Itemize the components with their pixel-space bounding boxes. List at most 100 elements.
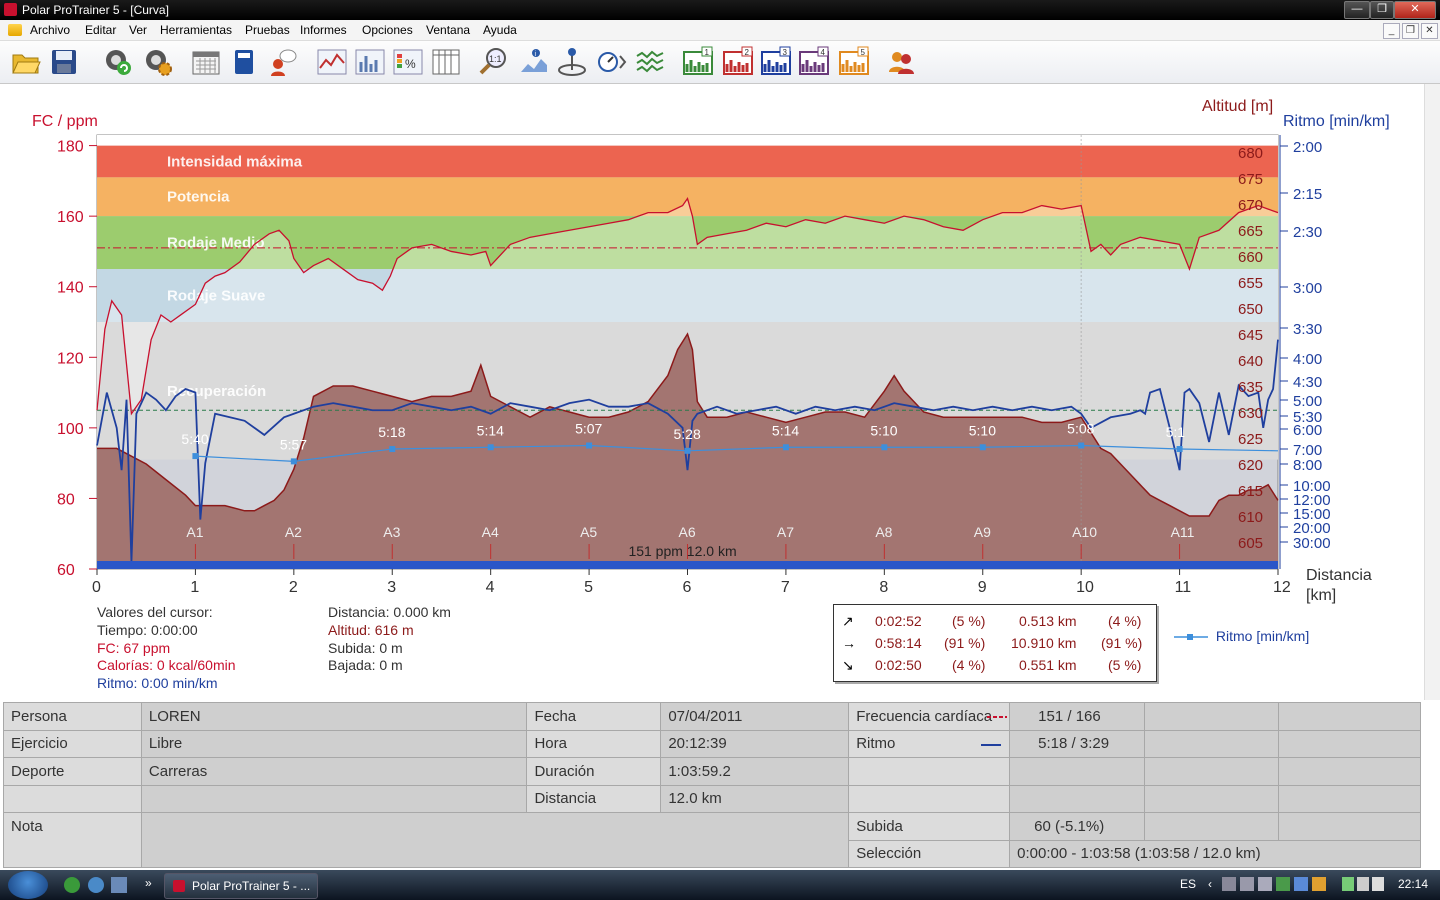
tray-security-icon[interactable] — [1312, 877, 1326, 891]
user-tip-icon[interactable] — [266, 46, 298, 78]
altitude-tick-label: 665 — [1238, 223, 1263, 240]
curve-chart[interactable]: Intensidad máximaPotenciaRodaje MedioRod… — [0, 84, 1424, 700]
menu-ayuda[interactable]: Ayuda — [483, 23, 517, 37]
quicklaunch-desktop-icon[interactable] — [111, 877, 127, 893]
menu-herramientas[interactable]: Herramientas — [160, 23, 232, 37]
tray-printer-icon[interactable] — [1258, 877, 1272, 891]
altitude-tick-label: 610 — [1238, 509, 1263, 526]
menu-ver[interactable]: Ver — [129, 23, 147, 37]
chart-1-icon[interactable]: 1 — [682, 46, 714, 78]
cursor-time: Tiempo: 0:00:00 — [97, 622, 198, 638]
chart-4-icon[interactable]: 4 — [798, 46, 830, 78]
pace-tick-label: 2:00 — [1293, 139, 1322, 156]
quicklaunch-more-icon[interactable]: » — [145, 876, 152, 890]
note-field[interactable] — [140, 812, 850, 868]
calendar-icon[interactable] — [190, 46, 222, 78]
tray-bluetooth-icon[interactable] — [1294, 877, 1308, 891]
users-icon[interactable] — [886, 46, 918, 78]
pace-tick-label: 2:15 — [1293, 186, 1322, 203]
info-marker-icon[interactable] — [556, 46, 588, 78]
title-bar: Polar ProTrainer 5 - [Curva] — ❐ ✕ — [0, 0, 1440, 20]
lap-label: A5 — [580, 524, 597, 540]
x-axis-unit: [km] — [1306, 587, 1336, 604]
x-tick-label: 7 — [781, 579, 790, 596]
x-tick-label: 12 — [1273, 579, 1291, 596]
zone-label: Rodaje Suave — [167, 288, 265, 305]
quicklaunch-browser-icon[interactable] — [88, 877, 104, 893]
lap-label: A9 — [974, 524, 991, 540]
close-button[interactable]: ✕ — [1394, 1, 1436, 19]
lap-label: A7 — [777, 524, 794, 540]
stats-row-up: ↗ 0:02:52 (5 %) 0.513 km (4 %) — [842, 613, 1142, 629]
start-button[interactable] — [8, 871, 48, 899]
lap-pace-label: 5:14 — [477, 422, 504, 438]
uphill-arrow-icon: ↗ — [842, 613, 854, 629]
x-tick-label: 0 — [92, 579, 101, 596]
cursor-calories: Calorías: 0 kcal/60min — [97, 657, 236, 673]
tray-icons — [1222, 877, 1332, 893]
x-tick-label: 6 — [683, 579, 692, 596]
lap-label: A8 — [875, 524, 892, 540]
exercise-info-table: Persona LOREN Fecha 07/04/2011 Frecuencia … — [3, 702, 1421, 868]
vertical-scrollbar[interactable] — [1424, 84, 1440, 700]
chart-3-icon[interactable]: 3 — [760, 46, 792, 78]
lap-pace-marker — [979, 444, 986, 451]
lap-pace-label: 5:18 — [378, 424, 405, 440]
tray-battery-icon[interactable] — [1342, 877, 1354, 891]
chart-5-icon[interactable]: 5 — [838, 46, 870, 78]
pace-tick-label: 2:30 — [1293, 224, 1322, 241]
bar-chart-icon[interactable] — [354, 46, 386, 78]
menu-opciones[interactable]: Opciones — [362, 23, 413, 37]
menu-informes[interactable]: Informes — [300, 23, 347, 37]
lap-pace-label: 5:40 — [181, 431, 208, 447]
open-folder-icon[interactable] — [10, 46, 42, 78]
menu-pruebas[interactable]: Pruebas — [245, 23, 290, 37]
diary-book-icon[interactable] — [228, 46, 260, 78]
compare-icon[interactable] — [634, 46, 666, 78]
mdi-minimize-button[interactable]: _ — [1383, 23, 1400, 39]
menu-editar[interactable]: Editar — [85, 23, 116, 37]
sync-icon[interactable] — [102, 46, 134, 78]
save-icon[interactable] — [48, 46, 80, 78]
taskbar-app-button[interactable]: Polar ProTrainer 5 - ... — [164, 873, 318, 899]
pace-tick-label: 3:30 — [1293, 321, 1322, 338]
restore-button[interactable]: ❐ — [1370, 1, 1394, 19]
zoom-icon[interactable]: 1:1 — [478, 46, 510, 78]
tray-system-icons — [1342, 877, 1390, 893]
clock[interactable]: 22:14 — [1398, 877, 1428, 891]
menu-archivo[interactable]: Archivo — [30, 23, 70, 37]
settings-gear-icon[interactable] — [142, 46, 174, 78]
tray-display-icon[interactable] — [1240, 877, 1254, 891]
lap-pace-marker — [881, 444, 888, 451]
zone-label: Intensidad máxima — [167, 153, 303, 170]
tray-network-icon[interactable] — [1222, 877, 1236, 891]
table-row: Nota Subida 60 (-5.1%) — [3, 812, 1421, 868]
mdi-restore-button[interactable]: ❐ — [1402, 23, 1419, 39]
chart-2-icon[interactable]: 2 — [722, 46, 754, 78]
table-icon[interactable] — [430, 46, 462, 78]
lap-label: A3 — [383, 524, 400, 540]
lap-label: A6 — [679, 524, 696, 540]
altitude-tick-label: 650 — [1238, 301, 1263, 318]
percent-chart-icon[interactable]: % — [392, 46, 424, 78]
info-chart-icon[interactable]: i — [518, 46, 550, 78]
tray-wifi-icon[interactable] — [1357, 877, 1369, 891]
menu-ventana[interactable]: Ventana — [426, 23, 470, 37]
tray-volume-icon[interactable] — [1372, 877, 1384, 891]
tray-user-icon[interactable] — [1276, 877, 1290, 891]
lap-pace-label: 5:08 — [1067, 421, 1094, 437]
tray-expand-icon[interactable]: ‹ — [1208, 877, 1212, 891]
hr-tick-label: 60 — [57, 562, 75, 579]
minimize-button[interactable]: — — [1344, 1, 1370, 19]
speed-icon[interactable] — [596, 46, 628, 78]
curve-icon[interactable] — [316, 46, 348, 78]
zone-label: Potencia — [167, 189, 230, 206]
svg-text:4: 4 — [821, 48, 826, 57]
table-row: Distancia 12.0 km — [3, 784, 1421, 813]
mdi-close-button[interactable]: ✕ — [1421, 23, 1438, 39]
note-label: Nota — [3, 812, 142, 868]
downhill-arrow-icon: ↘ — [842, 657, 854, 673]
language-indicator[interactable]: ES — [1180, 877, 1196, 891]
summary-label: 151 ppm 12.0 km — [628, 543, 736, 559]
quicklaunch-u-icon[interactable] — [64, 877, 80, 893]
